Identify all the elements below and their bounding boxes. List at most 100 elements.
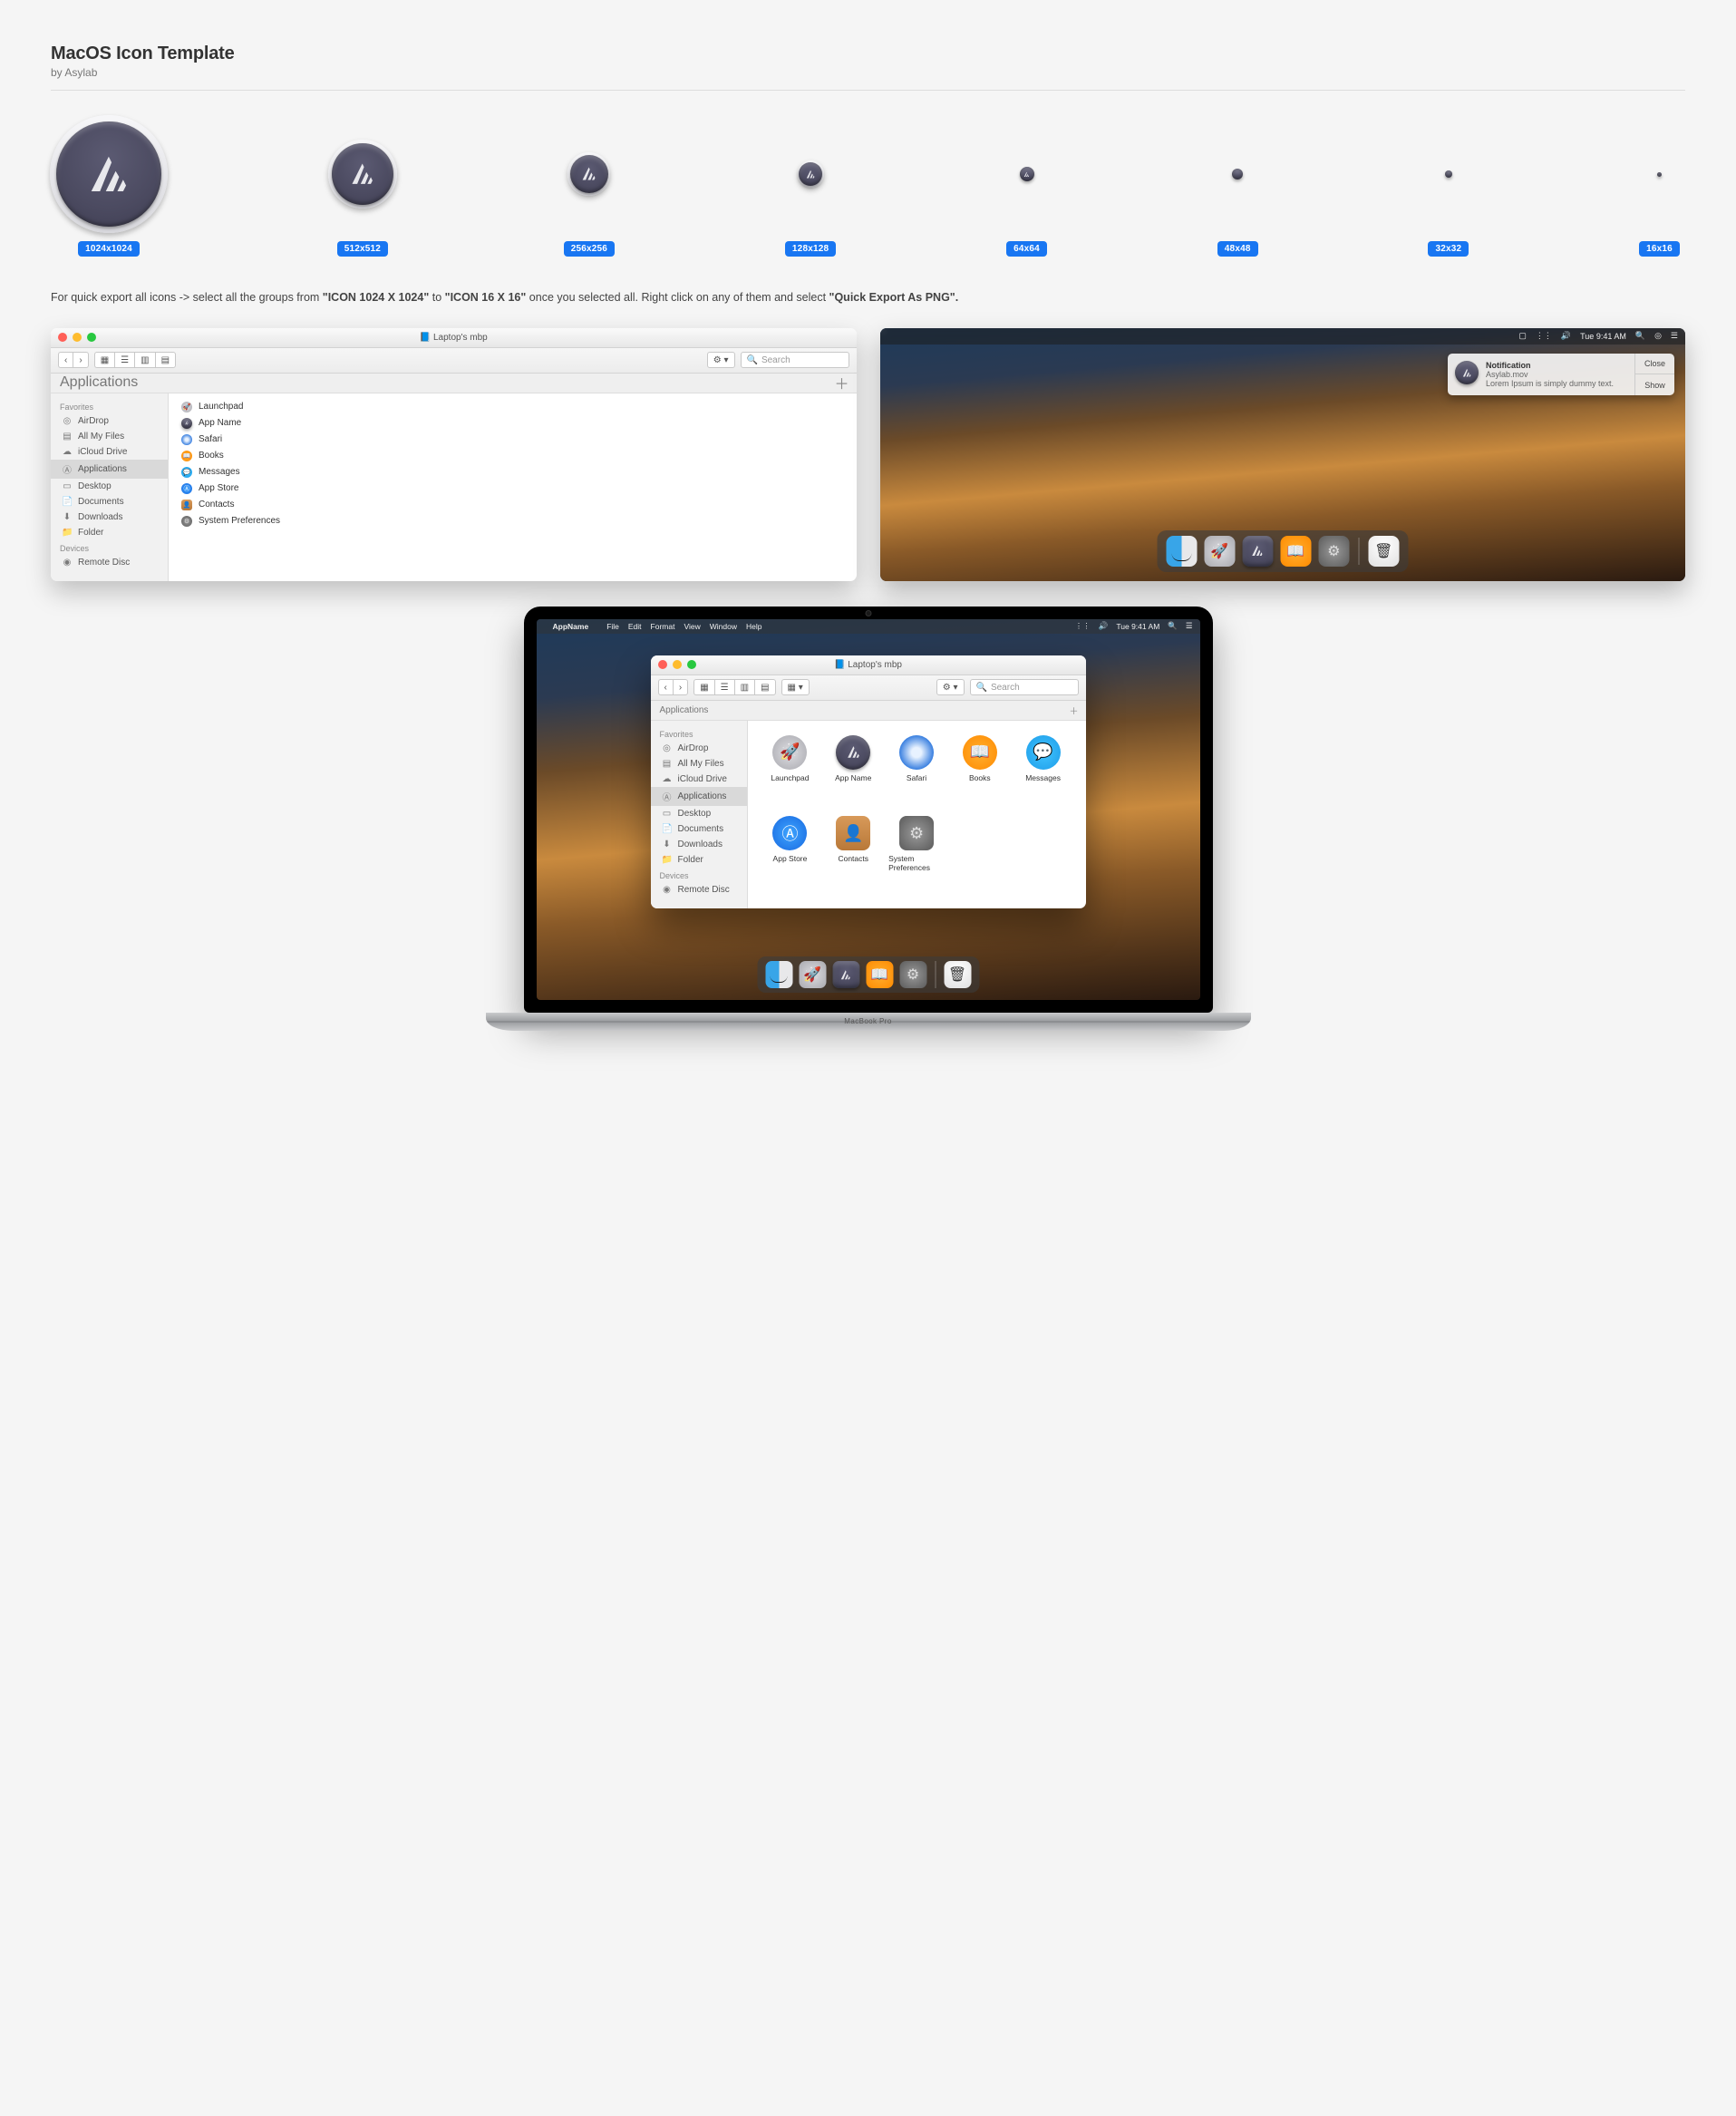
app-icon-contacts[interactable]: 👤Contacts	[836, 816, 870, 894]
menu-format[interactable]: Format	[651, 622, 675, 631]
sidebar-item-applications[interactable]: ⒶApplications	[51, 460, 168, 479]
sidebar-item-airdrop[interactable]: ◎AirDrop	[51, 413, 168, 429]
volume-icon[interactable]: 🔊	[1099, 621, 1109, 631]
nav-back-forward[interactable]: ‹›	[658, 679, 689, 695]
dock-appname-icon[interactable]	[832, 961, 859, 988]
action-menu[interactable]: ⚙ ▾	[936, 679, 965, 695]
divider	[51, 90, 1685, 91]
notification-close-button[interactable]: Close	[1635, 354, 1674, 375]
airplay-icon[interactable]: ▢	[1518, 331, 1527, 341]
sidebar-item-documents[interactable]: 📄Documents	[51, 494, 168, 510]
dock-launchpad-icon[interactable]: 🚀	[799, 961, 826, 988]
list-item[interactable]: Safari	[169, 432, 857, 448]
app-icon-launchpad[interactable]: 🚀Launchpad	[771, 735, 809, 804]
dock-books-icon[interactable]: 📖	[1280, 536, 1311, 567]
zoom-icon[interactable]	[87, 333, 96, 342]
app-icon-system-preferences[interactable]: ⚙System Preferences	[888, 816, 945, 894]
dock-launchpad-icon[interactable]: 🚀	[1204, 536, 1235, 567]
volume-icon[interactable]: 🔊	[1561, 331, 1571, 341]
dock-finder-icon[interactable]	[765, 961, 792, 988]
menu-edit[interactable]: Edit	[628, 622, 642, 631]
sidebar-item-airdrop[interactable]: ◎AirDrop	[651, 741, 747, 756]
menubar-app-name[interactable]: AppName	[553, 622, 589, 631]
icon-preview-1024x1024	[56, 121, 161, 227]
byline: by Asylab	[51, 66, 1685, 79]
sidebar-item-icloud-drive[interactable]: ☁iCloud Drive	[51, 444, 168, 460]
list-item[interactable]: 💬Messages	[169, 464, 857, 480]
notifications-icon[interactable]: ☰	[1186, 621, 1193, 631]
search-input[interactable]: 🔍 Search	[970, 679, 1079, 695]
icon-preview-256x256	[570, 155, 608, 193]
size-tag: 64x64	[1006, 241, 1047, 257]
sidebar-item-folder[interactable]: 📁Folder	[651, 852, 747, 868]
view-switcher[interactable]: ▦☰▥▤	[693, 679, 775, 695]
icon-preview-32x32	[1445, 170, 1452, 178]
dock-trash-icon[interactable]: 🗑	[944, 961, 971, 988]
notifications-icon[interactable]: ☰	[1671, 331, 1678, 341]
view-switcher[interactable]: ▦☰▥▤	[94, 352, 176, 368]
dock-appname-icon[interactable]	[1242, 536, 1273, 567]
dock-syspref-icon[interactable]: ⚙	[1318, 536, 1349, 567]
list-item[interactable]: ⚙System Preferences	[169, 513, 857, 529]
list-item[interactable]: 📖Books	[169, 448, 857, 464]
new-tab-button[interactable]: ＋	[834, 372, 849, 393]
minimize-icon[interactable]	[673, 660, 682, 669]
tab-applications[interactable]: Applications	[660, 705, 709, 715]
tab-applications[interactable]: Applications	[60, 374, 138, 391]
minimize-icon[interactable]	[73, 333, 82, 342]
notification-title: Notification	[1486, 361, 1614, 370]
list-item[interactable]: 👤Contacts	[169, 497, 857, 513]
menu-file[interactable]: File	[606, 622, 619, 631]
sidebar-item-desktop[interactable]: ▭Desktop	[51, 479, 168, 494]
app-icon-app-store[interactable]: ⒶApp Store	[772, 816, 807, 894]
sidebar-item-folder[interactable]: 📁Folder	[51, 525, 168, 540]
sidebar-item-downloads[interactable]: ⬇Downloads	[651, 837, 747, 852]
sidebar-item-documents[interactable]: 📄Documents	[651, 821, 747, 837]
list-item[interactable]: App Name	[169, 415, 857, 432]
dock[interactable]: 🚀 📖 ⚙ 🗑	[1157, 530, 1408, 572]
dock-trash-icon[interactable]: 🗑	[1368, 536, 1399, 567]
dock-books-icon[interactable]: 📖	[866, 961, 893, 988]
sidebar-item-all-my-files[interactable]: ▤All My Files	[51, 429, 168, 444]
notification-show-button[interactable]: Show	[1635, 374, 1674, 395]
action-menu[interactable]: ⚙ ▾	[707, 352, 735, 368]
nav-back-forward[interactable]: ‹›	[58, 352, 89, 368]
close-icon[interactable]	[58, 333, 67, 342]
dock[interactable]: 🚀 📖 ⚙ 🗑	[757, 956, 979, 993]
size-tag: 1024x1024	[78, 241, 140, 257]
menu-view[interactable]: View	[684, 622, 700, 631]
app-icon-books[interactable]: 📖Books	[963, 735, 997, 804]
menu-help[interactable]: Help	[746, 622, 761, 631]
wifi-icon[interactable]: ⋮⋮	[1536, 331, 1552, 341]
app-icon-app-name[interactable]: App Name	[835, 735, 871, 804]
spotlight-icon[interactable]: 🔍	[1635, 331, 1645, 341]
sidebar-item-downloads[interactable]: ⬇Downloads	[51, 510, 168, 525]
menubar-clock[interactable]: Tue 9:41 AM	[1116, 622, 1159, 631]
menubar-clock[interactable]: Tue 9:41 AM	[1580, 332, 1626, 341]
new-tab-button[interactable]: ＋	[1070, 704, 1079, 717]
notification-banner[interactable]: Notification Asylab.mov Lorem Ipsum is s…	[1448, 354, 1674, 395]
sidebar-item-remote-disc[interactable]: ◉Remote Disc	[651, 882, 747, 898]
app-icon-safari[interactable]: Safari	[899, 735, 934, 804]
close-icon[interactable]	[658, 660, 667, 669]
list-item[interactable]: ⒶApp Store	[169, 480, 857, 497]
arrange-menu[interactable]: ▦ ▾	[781, 679, 810, 695]
sidebar-item-all-my-files[interactable]: ▤All My Files	[651, 756, 747, 772]
zoom-icon[interactable]	[687, 660, 696, 669]
page-title: MacOS Icon Template	[51, 44, 1685, 64]
sidebar-item-desktop[interactable]: ▭Desktop	[651, 806, 747, 821]
sidebar-item-applications[interactable]: ⒶApplications	[651, 787, 747, 806]
dock-syspref-icon[interactable]: ⚙	[899, 961, 926, 988]
icon-preview-48x48	[1232, 169, 1243, 180]
wifi-icon[interactable]: ⋮⋮	[1075, 621, 1091, 631]
sidebar-item-icloud-drive[interactable]: ☁iCloud Drive	[651, 772, 747, 787]
list-item[interactable]: 🚀Launchpad	[169, 399, 857, 415]
control-center-icon[interactable]: ◎	[1654, 331, 1662, 341]
menu-window[interactable]: Window	[710, 622, 737, 631]
sidebar-item-remote-disc[interactable]: ◉Remote Disc	[51, 555, 168, 570]
spotlight-icon[interactable]: 🔍	[1168, 621, 1178, 631]
dock-finder-icon[interactable]	[1166, 536, 1197, 567]
search-input[interactable]: 🔍 Search	[741, 352, 849, 368]
app-icon-messages[interactable]: 💬Messages	[1025, 735, 1061, 804]
size-tag: 16x16	[1639, 241, 1680, 257]
